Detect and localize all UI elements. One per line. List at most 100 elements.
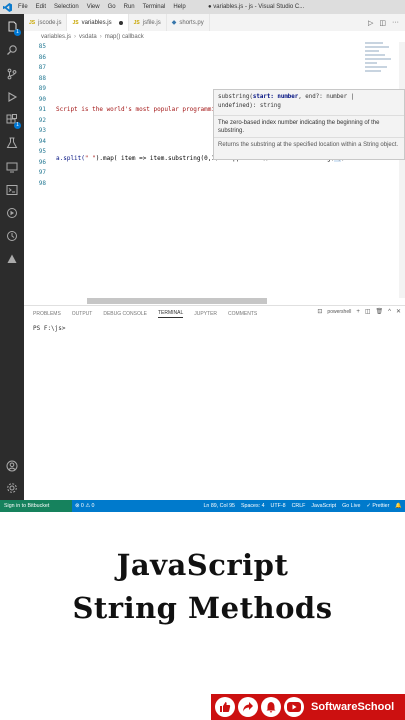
- tab-shorts[interactable]: ◆ shorts.py: [167, 14, 210, 31]
- line-number: 87: [38, 64, 46, 71]
- menu-run[interactable]: Run: [120, 4, 139, 10]
- tab-jsfile[interactable]: JS jsfile.js: [129, 14, 167, 31]
- window-title: ● variables.js - js - Visual Studio C...: [208, 4, 305, 10]
- brand-name: SoftwareSchool: [311, 701, 395, 713]
- settings-gear-icon[interactable]: [4, 480, 20, 496]
- source-control-icon[interactable]: [4, 66, 20, 82]
- share-icon: [238, 697, 258, 717]
- signature-text: undefined): string: [218, 103, 281, 109]
- menu-edit[interactable]: Edit: [32, 4, 50, 10]
- menu-view[interactable]: View: [83, 4, 104, 10]
- signature-text: , end?: number |: [298, 94, 355, 100]
- split-terminal-icon[interactable]: ◫: [365, 308, 371, 315]
- account-icon[interactable]: [4, 458, 20, 474]
- parameter-description: The zero-based index number indicating t…: [214, 116, 404, 138]
- testing-icon[interactable]: [4, 135, 20, 151]
- split-editor-icon[interactable]: ◫: [379, 19, 386, 27]
- deploy-icon[interactable]: [4, 251, 20, 267]
- tab-jscode[interactable]: JS jscode.js: [24, 14, 68, 31]
- prettier[interactable]: ✓ Prettier: [363, 503, 392, 509]
- line-number: 92: [38, 116, 46, 124]
- unsaved-dot-icon[interactable]: [118, 20, 123, 25]
- notifications-bell-icon[interactable]: 🔔: [392, 503, 405, 509]
- editor-tabs: JS jscode.js JS variables.js JS jsfile.j…: [24, 14, 405, 31]
- terminal-shell-name[interactable]: powershell: [327, 309, 351, 315]
- panel-actions: ⊡ powershell + ◫ 🗑 ^ ✕: [317, 308, 401, 316]
- activity-bar: 1 1: [0, 14, 24, 500]
- go-live[interactable]: Go Live: [339, 503, 363, 509]
- terminal-prompt[interactable]: PS F:\js>: [33, 325, 66, 332]
- menu-help[interactable]: Help: [169, 4, 189, 10]
- remote-explorer-icon[interactable]: [4, 159, 20, 175]
- tab-label: jsfile.js: [142, 19, 161, 26]
- extensions-badge: 1: [14, 122, 21, 129]
- line-number: 89: [38, 85, 46, 92]
- menu-terminal[interactable]: Terminal: [139, 4, 170, 10]
- parameter-hint-tooltip: substring(start: number, end?: number | u…: [213, 89, 405, 160]
- editor-actions: ▷ ◫ ···: [367, 14, 405, 31]
- search-icon[interactable]: [4, 42, 20, 58]
- terminal-view-icon[interactable]: [4, 182, 20, 198]
- menu-selection[interactable]: Selection: [50, 4, 83, 10]
- cursor-position[interactable]: Ln 89, Col 95: [200, 503, 238, 509]
- signature: substring(start: number, end?: number | u…: [214, 90, 404, 116]
- code-token: a.split(: [56, 155, 85, 162]
- tab-debug-console[interactable]: DEBUG CONSOLE: [103, 311, 147, 317]
- tab-terminal[interactable]: TERMINAL: [157, 310, 184, 318]
- line-ending[interactable]: CRLF: [289, 503, 309, 509]
- live-share-icon[interactable]: [4, 205, 20, 221]
- line-number: 90: [38, 95, 46, 103]
- line-number: 98: [38, 179, 46, 187]
- run-debug-icon[interactable]: [4, 89, 20, 105]
- breadcrumb-file[interactable]: variables.js: [41, 34, 71, 40]
- tab-variables[interactable]: JS variables.js: [67, 14, 129, 31]
- js-file-icon: JS: [29, 19, 36, 26]
- tab-problems[interactable]: PROBLEMS: [33, 311, 61, 317]
- extensions-icon[interactable]: 1: [4, 112, 21, 129]
- js-file-icon: JS: [72, 19, 79, 26]
- line-numbers: 85 86 87 88 89 90 91 92 93 94 95 96 97 9…: [24, 42, 46, 189]
- terminal-shell-icon: ⊡: [317, 309, 323, 315]
- breadcrumb-symbol[interactable]: vsdata: [79, 34, 97, 40]
- run-file-icon[interactable]: ▷: [368, 19, 373, 27]
- active-parameter: start: number: [252, 94, 299, 100]
- chevron-right-icon: ›: [99, 33, 102, 40]
- kill-terminal-icon[interactable]: 🗑: [376, 308, 384, 315]
- breadcrumb-callback[interactable]: map() callback: [105, 34, 144, 40]
- bitbucket-signin[interactable]: Sign in to Bitbucket: [0, 500, 72, 512]
- tab-comments[interactable]: COMMENTS: [228, 311, 257, 317]
- language-mode[interactable]: JavaScript: [308, 503, 339, 509]
- indentation[interactable]: Spaces: 4: [238, 503, 268, 509]
- timeline-icon[interactable]: [4, 228, 20, 244]
- line-number: 86: [38, 53, 46, 61]
- close-panel-icon[interactable]: ✕: [396, 308, 401, 315]
- js-file-icon: JS: [133, 19, 140, 26]
- code-token: " ": [84, 155, 96, 162]
- maximize-panel-icon[interactable]: ^: [388, 309, 391, 315]
- explorer-badge: 1: [14, 29, 21, 36]
- line-number: 85: [38, 43, 46, 50]
- tab-jupyter[interactable]: JUPYTER: [194, 311, 217, 317]
- menu-file[interactable]: File: [14, 4, 32, 10]
- tab-output[interactable]: OUTPUT: [72, 311, 93, 317]
- status-bar: Sign in to Bitbucket ⊗ 0 ⚠ 0 Ln 89, Col …: [0, 500, 405, 512]
- menu-go[interactable]: Go: [104, 4, 120, 10]
- vertical-scrollbar[interactable]: [399, 42, 405, 298]
- line-number: 94: [38, 137, 46, 145]
- more-actions-icon[interactable]: ···: [392, 19, 399, 26]
- line-number: 97: [38, 169, 46, 176]
- horizontal-scrollbar[interactable]: [87, 298, 267, 304]
- python-file-icon: ◆: [171, 20, 177, 26]
- tab-label: shorts.py: [179, 19, 204, 26]
- line-number: 93: [38, 127, 46, 134]
- line-number: 95: [38, 148, 46, 155]
- explorer-icon[interactable]: 1: [4, 19, 21, 36]
- play-button-icon: [284, 697, 304, 717]
- bottom-panel: PROBLEMS OUTPUT DEBUG CONSOLE TERMINAL J…: [24, 305, 405, 500]
- notification-bell-icon: [261, 697, 281, 717]
- caption-line-2: String Methods: [72, 591, 333, 625]
- encoding[interactable]: UTF-8: [268, 503, 289, 509]
- problems-indicator[interactable]: ⊗ 0 ⚠ 0: [72, 503, 98, 509]
- new-terminal-icon[interactable]: +: [356, 309, 360, 315]
